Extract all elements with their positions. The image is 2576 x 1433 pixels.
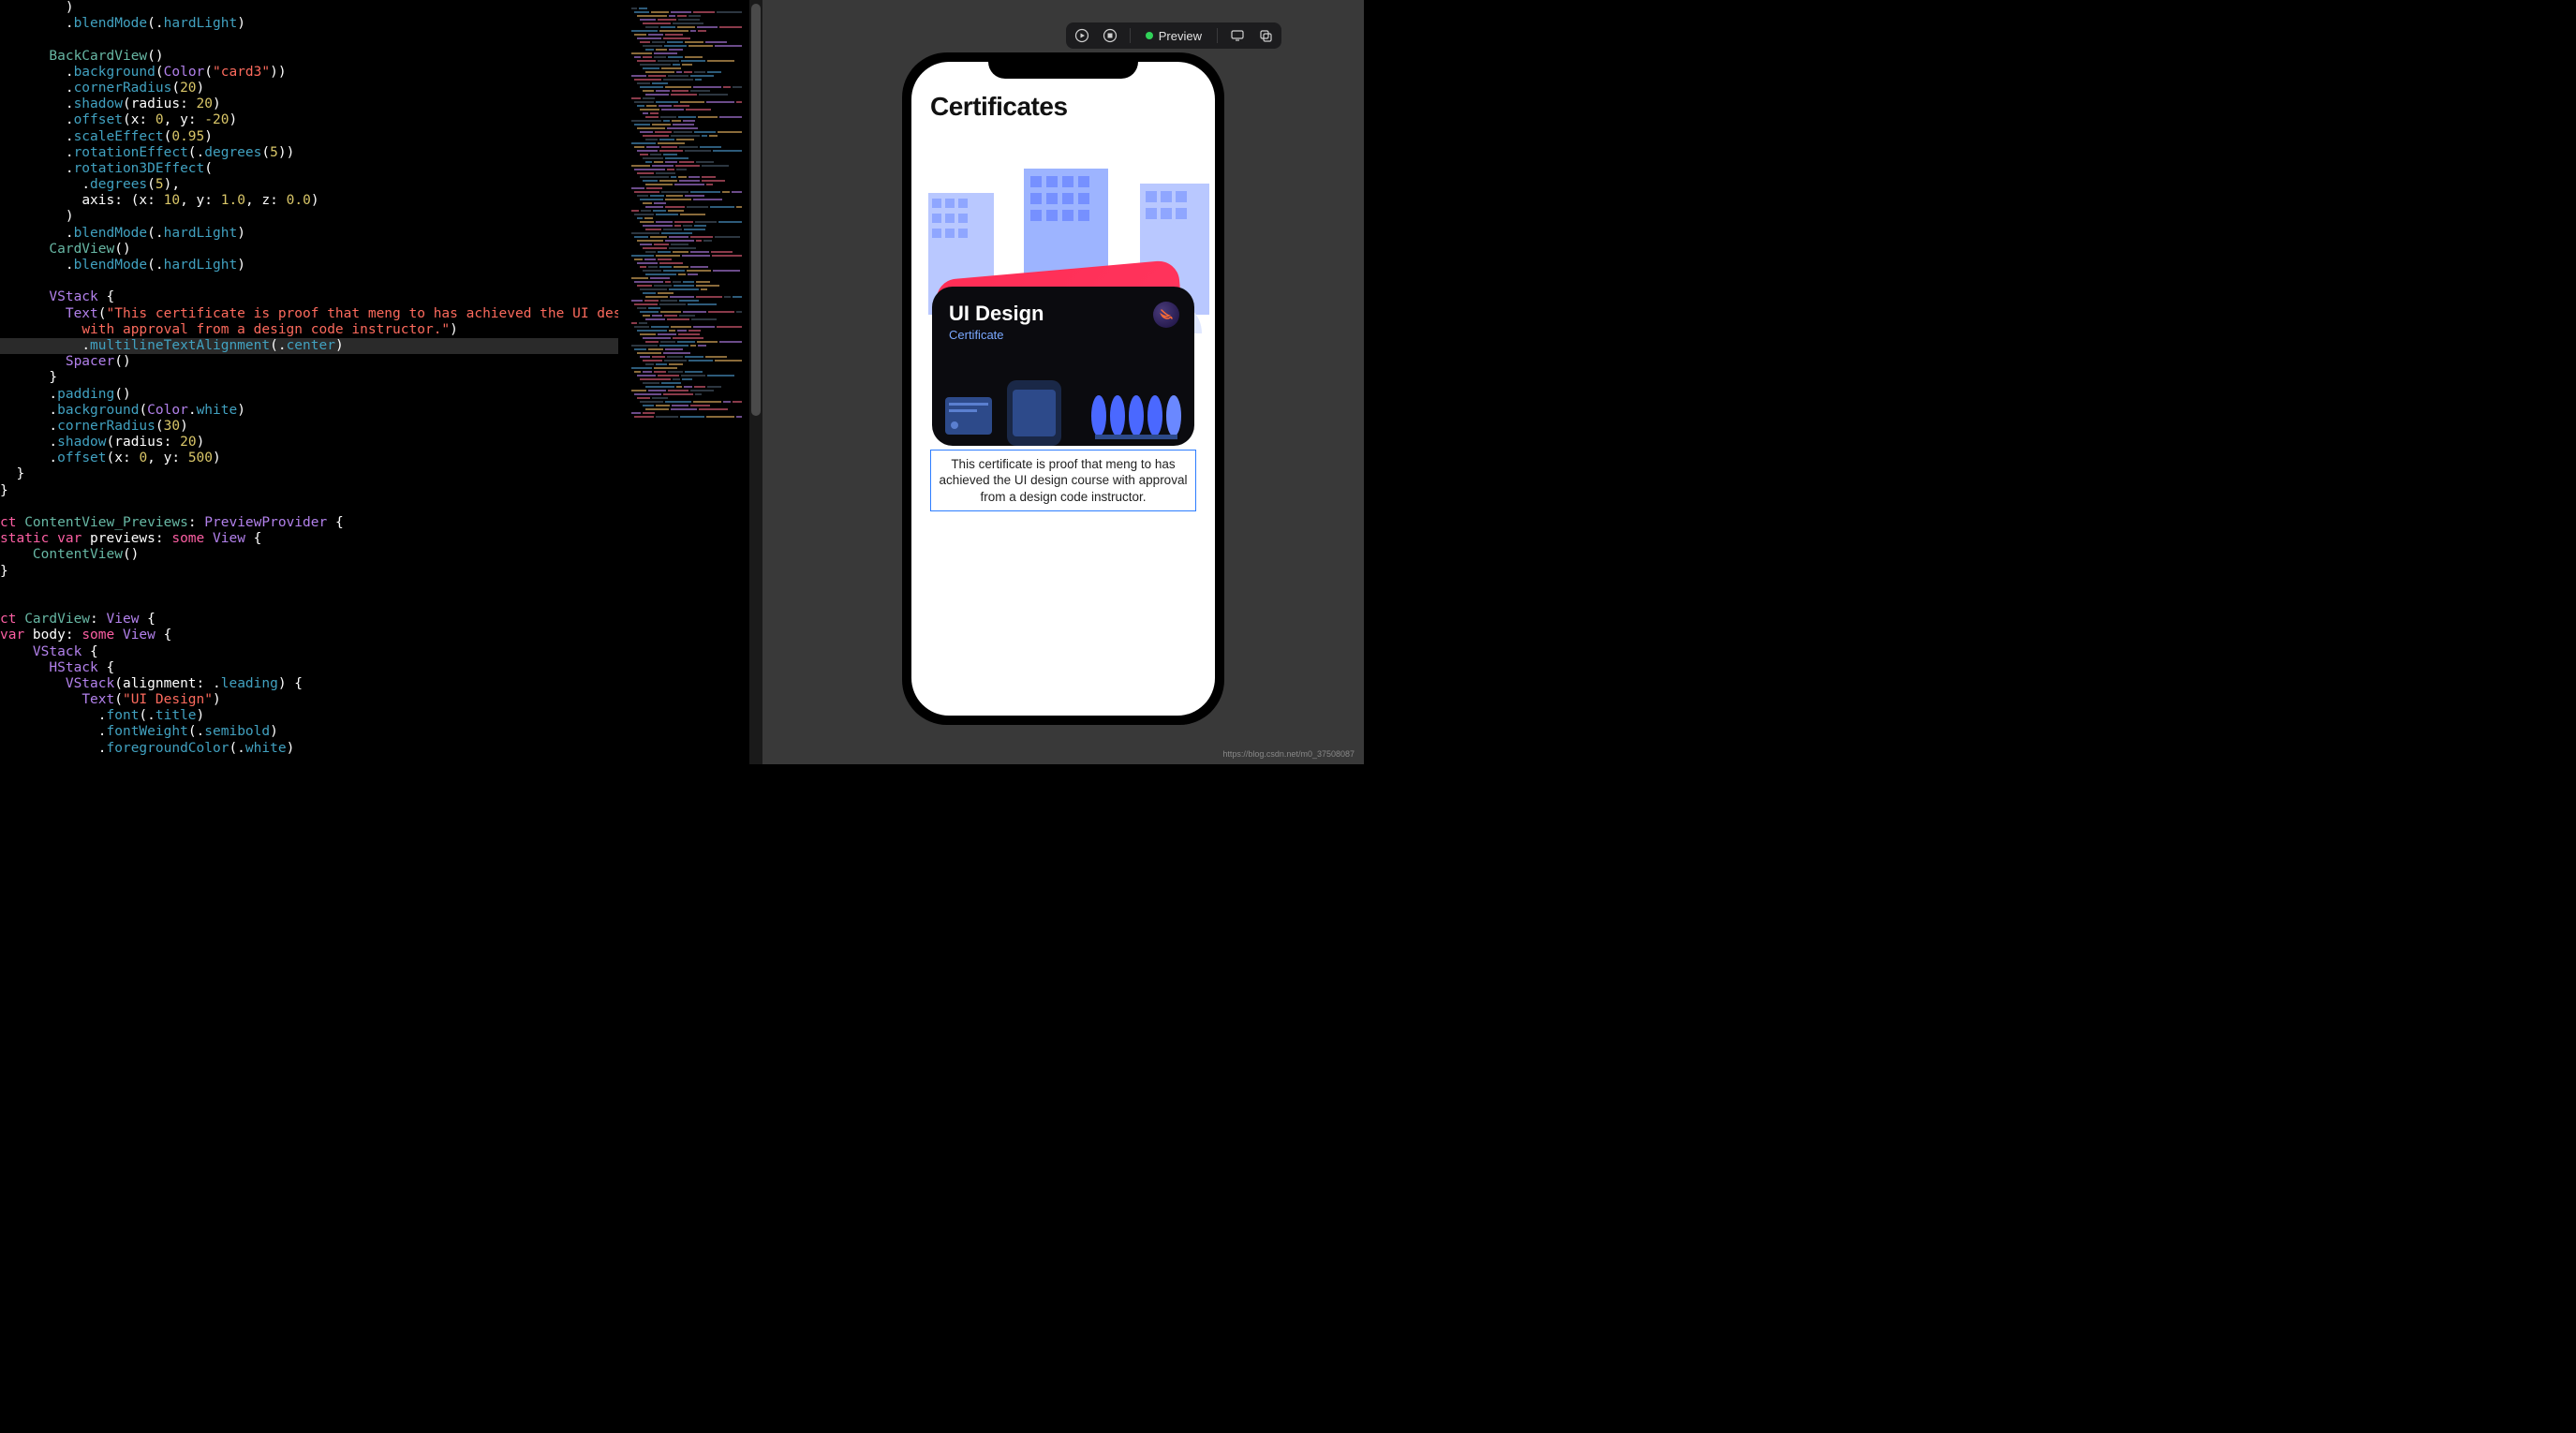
code-line[interactable]: .fontWeight(.semibold) bbox=[0, 724, 618, 740]
code-line[interactable]: .scaleEffect(0.95) bbox=[0, 129, 618, 145]
code-line[interactable]: HStack { bbox=[0, 660, 618, 676]
front-card[interactable]: UI Design Certificate bbox=[932, 287, 1194, 446]
code-line[interactable]: .blendMode(.hardLight) bbox=[0, 258, 618, 273]
code-line[interactable]: ct CardView: View { bbox=[0, 612, 618, 628]
preview-status[interactable]: Preview bbox=[1142, 29, 1206, 43]
code-line[interactable]: ) bbox=[0, 209, 618, 225]
card-illustration bbox=[932, 369, 1194, 446]
code-line[interactable]: } bbox=[0, 466, 618, 482]
device-frame: Certificates bbox=[902, 52, 1224, 725]
stop-icon[interactable] bbox=[1102, 27, 1118, 44]
code-line[interactable]: .degrees(5), bbox=[0, 177, 618, 193]
toolbar-divider bbox=[1130, 28, 1131, 43]
card-subtitle: Certificate bbox=[949, 328, 1177, 342]
editor-scrollbar-track[interactable] bbox=[749, 0, 762, 764]
description-text[interactable]: This certificate is proof that meng to h… bbox=[930, 450, 1196, 511]
code-line[interactable]: axis: (x: 10, y: 1.0, z: 0.0) bbox=[0, 193, 618, 209]
code-line[interactable]: } bbox=[0, 370, 618, 386]
code-line[interactable] bbox=[0, 273, 618, 289]
code-line[interactable]: VStack { bbox=[0, 289, 618, 305]
editor-scrollbar-thumb[interactable] bbox=[751, 4, 761, 416]
code-line[interactable]: Spacer() bbox=[0, 354, 618, 370]
swift-logo-icon bbox=[1153, 302, 1179, 328]
code-line[interactable]: .shadow(radius: 20) bbox=[0, 96, 618, 112]
code-line[interactable]: .foregroundColor(.white) bbox=[0, 741, 618, 757]
code-line[interactable]: .offset(x: 0, y: 500) bbox=[0, 451, 618, 466]
code-line[interactable]: .offset(x: 0, y: -20) bbox=[0, 112, 618, 128]
code-line[interactable]: ) bbox=[0, 0, 618, 16]
preview-label-text: Preview bbox=[1159, 29, 1202, 43]
code-line[interactable]: static var previews: some View { bbox=[0, 531, 618, 547]
code-line[interactable]: .multilineTextAlignment(.center) bbox=[0, 338, 618, 354]
code-line[interactable]: ContentView() bbox=[0, 547, 618, 563]
code-line[interactable]: .blendMode(.hardLight) bbox=[0, 226, 618, 242]
code-line[interactable]: .padding() bbox=[0, 387, 618, 403]
code-line[interactable]: .shadow(radius: 20) bbox=[0, 435, 618, 451]
code-line[interactable] bbox=[0, 32, 618, 48]
code-line[interactable] bbox=[0, 580, 618, 596]
card-title: UI Design bbox=[949, 302, 1177, 326]
status-dot-icon bbox=[1146, 32, 1153, 39]
toolbar-divider bbox=[1217, 28, 1218, 43]
code-line[interactable]: Text("UI Design") bbox=[0, 692, 618, 708]
code-line[interactable]: .background(Color("card3")) bbox=[0, 65, 618, 81]
code-line[interactable]: } bbox=[0, 564, 618, 580]
duplicate-icon[interactable] bbox=[1257, 27, 1274, 44]
device-notch bbox=[988, 52, 1138, 79]
code-line[interactable]: CardView() bbox=[0, 242, 618, 258]
code-line[interactable]: .font(.title) bbox=[0, 708, 618, 724]
display-icon[interactable] bbox=[1229, 27, 1246, 44]
code-line[interactable]: } bbox=[0, 483, 618, 499]
code-line[interactable]: ct ContentView_Previews: PreviewProvider… bbox=[0, 515, 618, 531]
code-line[interactable]: .background(Color.white) bbox=[0, 403, 618, 419]
code-line[interactable]: .cornerRadius(20) bbox=[0, 81, 618, 96]
device-screen[interactable]: Certificates bbox=[911, 62, 1215, 716]
preview-canvas: Preview Certificates bbox=[762, 0, 1364, 764]
editor-minimap[interactable] bbox=[618, 0, 749, 764]
code-line[interactable]: BackCardView() bbox=[0, 49, 618, 65]
code-line[interactable]: VStack { bbox=[0, 644, 618, 660]
preview-toolbar: Preview bbox=[1066, 22, 1281, 49]
page-title: Certificates bbox=[930, 92, 1196, 122]
code-line[interactable] bbox=[0, 596, 618, 612]
code-line[interactable]: var body: some View { bbox=[0, 628, 618, 643]
code-line[interactable]: Text("This certificate is proof that men… bbox=[0, 306, 618, 322]
code-line[interactable]: .blendMode(.hardLight) bbox=[0, 16, 618, 32]
watermark: https://blog.csdn.net/m0_37508087 bbox=[1222, 749, 1355, 759]
code-line[interactable]: with approval from a design code instruc… bbox=[0, 322, 618, 338]
play-icon[interactable] bbox=[1073, 27, 1090, 44]
code-line[interactable]: .cornerRadius(30) bbox=[0, 419, 618, 435]
code-line[interactable]: VStack(alignment: .leading) { bbox=[0, 676, 618, 692]
code-editor[interactable]: ) .blendMode(.hardLight) BackCardView() … bbox=[0, 0, 618, 764]
code-line[interactable]: .rotationEffect(.degrees(5)) bbox=[0, 145, 618, 161]
code-line[interactable] bbox=[0, 499, 618, 515]
code-line[interactable]: .rotation3DEffect( bbox=[0, 161, 618, 177]
